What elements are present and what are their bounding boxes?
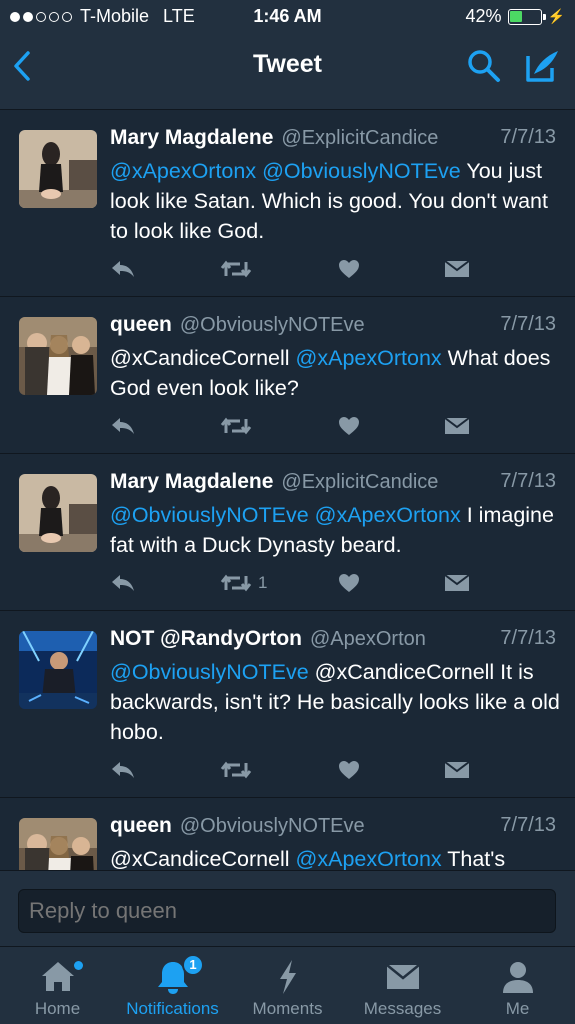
tab-notifications[interactable]: 1 Notifications (115, 947, 230, 1024)
home-icon (0, 957, 115, 997)
tab-moments[interactable]: Moments (230, 947, 345, 1024)
navigation-bar: Tweet (0, 34, 575, 110)
bell-icon (115, 957, 230, 997)
tweet[interactable]: Mary Magdalene @ExplicitCandice 7/7/13 @… (0, 454, 575, 611)
retweet-icon[interactable] (220, 755, 258, 785)
author-handle[interactable]: @ObviouslyNOTEve (180, 815, 365, 838)
retweet-count: 1 (258, 573, 268, 592)
direct-message-icon[interactable] (444, 411, 470, 441)
tweet-actions: 1 (110, 568, 550, 598)
battery-percent: 42% (465, 6, 502, 26)
like-icon[interactable] (338, 755, 360, 785)
tab-label: Me (505, 999, 530, 1018)
tweet-actions (110, 411, 550, 441)
battery-icon (507, 8, 546, 25)
envelope-icon (345, 957, 460, 997)
mention-link[interactable]: @ObviouslyNOTEve (110, 660, 309, 684)
tab-me[interactable]: Me (460, 947, 575, 1024)
tab-messages[interactable]: Messages (345, 947, 460, 1024)
tweet[interactable]: NOT @RandyOrton @ApexOrton 7/7/13 @Obvio… (0, 611, 575, 798)
like-icon[interactable] (338, 411, 360, 441)
avatar[interactable] (19, 317, 97, 395)
author-handle[interactable]: @ExplicitCandice (281, 127, 438, 150)
tab-bar: Home 1 Notifications Moments Messages Me (0, 946, 575, 1024)
tweet[interactable]: Mary Magdalene @ExplicitCandice 7/7/13 @… (0, 110, 575, 297)
retweet-icon[interactable] (220, 254, 258, 284)
reply-icon[interactable] (110, 755, 136, 785)
tweet-date: 7/7/13 (500, 627, 556, 649)
tweet-date: 7/7/13 (500, 470, 556, 492)
battery-info: 42% ⚡ (466, 6, 565, 27)
tweet[interactable]: queen @ObviouslyNOTEve 7/7/13 @xCandiceC… (0, 297, 575, 454)
mention-link[interactable]: @xCandiceCornell (110, 847, 296, 870)
tab-label: Moments (252, 999, 323, 1018)
avatar[interactable] (19, 474, 97, 552)
tweet-date: 7/7/13 (500, 126, 556, 148)
reply-input[interactable] (18, 889, 556, 933)
retweet-icon[interactable]: 1 (220, 568, 267, 598)
chevron-left-icon[interactable] (8, 48, 38, 84)
reply-bar (0, 870, 575, 946)
tweet-actions (110, 254, 550, 284)
author-name[interactable]: NOT @RandyOrton (110, 627, 302, 651)
tweet-thread[interactable]: Mary Magdalene @ExplicitCandice 7/7/13 @… (0, 110, 575, 870)
tweet-text: @ObviouslyNOTEve @xCandiceCornell It is … (110, 657, 560, 747)
tab-label: Home (34, 999, 81, 1018)
avatar[interactable] (19, 631, 97, 709)
author-handle[interactable]: @ExplicitCandice (281, 471, 438, 494)
tweet-actions (110, 755, 550, 785)
author-handle[interactable]: @ApexOrton (310, 628, 426, 651)
tweet-text: @xApexOrtonx @ObviouslyNOTEve You just l… (110, 156, 560, 246)
like-icon[interactable] (338, 568, 360, 598)
person-icon (460, 957, 575, 997)
direct-message-icon[interactable] (444, 755, 470, 785)
charging-icon: ⚡ (547, 8, 565, 24)
reply-icon[interactable] (110, 254, 136, 284)
tab-home[interactable]: Home (0, 947, 115, 1024)
author-name[interactable]: queen (110, 814, 172, 838)
tweet-text-part: That's (441, 847, 506, 870)
author-name[interactable]: queen (110, 313, 172, 337)
reply-icon[interactable] (110, 411, 136, 441)
tweet[interactable]: queen @ObviouslyNOTEve 7/7/13 @xCandiceC… (0, 798, 575, 870)
avatar[interactable] (19, 130, 97, 208)
like-icon[interactable] (338, 254, 360, 284)
tweet-text: @xCandiceCornell @xApexOrtonx That's (110, 844, 560, 870)
author-name[interactable]: Mary Magdalene (110, 470, 273, 494)
reply-icon[interactable] (110, 568, 136, 598)
tweet-text: @ObviouslyNOTEve @xApexOrtonx I imagine … (110, 500, 560, 560)
status-bar: T-Mobile LTE 1:46 AM 42% ⚡ (0, 0, 575, 34)
tab-label: Messages (363, 999, 442, 1018)
mention-link[interactable]: @xCandiceCornell (110, 346, 296, 370)
retweet-icon[interactable] (220, 411, 258, 441)
compose-tweet-icon[interactable] (522, 46, 562, 86)
direct-message-icon[interactable] (444, 568, 470, 598)
mention-link[interactable]: @xApexOrtonx (110, 159, 256, 183)
tweet-date: 7/7/13 (500, 313, 556, 335)
mention-link[interactable]: @xApexOrtonx (296, 847, 442, 870)
author-name[interactable]: Mary Magdalene (110, 126, 273, 150)
tab-label: Notifications (126, 999, 219, 1018)
mention-link[interactable]: @xApexOrtonx (315, 503, 461, 527)
new-content-indicator (74, 961, 83, 970)
mention-link[interactable]: @xApexOrtonx (296, 346, 442, 370)
mention-link[interactable]: @ObviouslyNOTEve (262, 159, 461, 183)
mention-link[interactable]: @ObviouslyNOTEve (110, 503, 309, 527)
search-icon[interactable] (466, 48, 502, 84)
direct-message-icon[interactable] (444, 254, 470, 284)
notification-badge: 1 (182, 954, 204, 976)
author-handle[interactable]: @ObviouslyNOTEve (180, 314, 365, 337)
tweet-text: @xCandiceCornell @xApexOrtonx What does … (110, 343, 560, 403)
tweet-date: 7/7/13 (500, 814, 556, 836)
lightning-icon (230, 957, 345, 997)
avatar[interactable] (19, 818, 97, 870)
